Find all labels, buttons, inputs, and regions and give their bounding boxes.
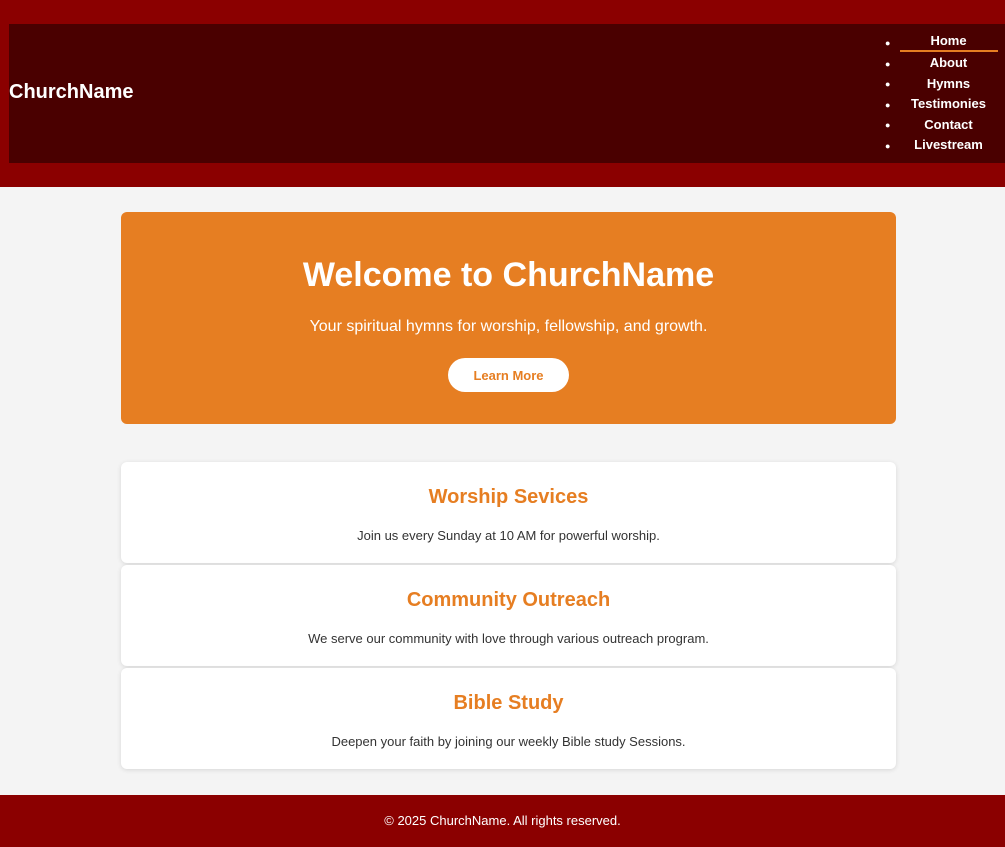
bullet-icon: ●	[885, 58, 891, 69]
nav-link-livestream[interactable]: Livestream	[900, 137, 998, 153]
nav-item-hymns: ● Hymns	[871, 74, 1001, 95]
nav-link-home[interactable]: Home	[899, 33, 998, 53]
card-title: Bible Study	[453, 692, 564, 714]
site-footer: © 2025 ChurchName. All rights reserved.	[0, 795, 1005, 847]
card-text: We serve our community with love through…	[308, 631, 709, 646]
nav-link-testimonies[interactable]: Testimonies	[900, 96, 998, 112]
bullet-icon: ●	[885, 120, 891, 130]
nav-link-about[interactable]: About	[900, 55, 998, 71]
card-worship-services: Worship Sevices Join us every Sunday at …	[121, 462, 896, 563]
main-nav: ● Home ● About ● Hymns ● Testimonies ● C…	[871, 33, 1001, 156]
hero-title: Welcome to ChurchName	[302, 256, 715, 294]
nav-item-home: ● Home	[871, 33, 1001, 54]
card-bible-study: Bible Study Deepen your faith by joining…	[121, 668, 896, 769]
site-logo[interactable]: ChurchName	[9, 81, 133, 104]
header-bar: ChurchName ● Home ● About ● Hymns ● Test…	[9, 24, 1005, 163]
nav-item-testimonies: ● Testimonies	[871, 95, 1001, 116]
card-title: Community Outreach	[406, 589, 611, 611]
bullet-icon: ●	[885, 79, 891, 89]
nav-item-contact: ● Contact	[871, 115, 1001, 136]
bullet-icon: ●	[885, 38, 891, 48]
card-text: Deepen your faith by joining our weekly …	[331, 734, 686, 749]
hero-banner: Welcome to ChurchName Your spiritual hym…	[121, 212, 896, 424]
nav-link-hymns[interactable]: Hymns	[900, 76, 998, 92]
learn-more-button[interactable]: Learn More	[448, 358, 569, 392]
hero-subtitle: Your spiritual hymns for worship, fellow…	[309, 318, 708, 335]
card-community-outreach: Community Outreach We serve our communit…	[121, 565, 896, 666]
copyright-text: © 2025 ChurchName. All rights reserved.	[384, 813, 621, 828]
nav-item-about: ● About	[871, 54, 1001, 75]
nav-item-livestream: ● Livestream	[871, 136, 1001, 157]
site-header: ChurchName ● Home ● About ● Hymns ● Test…	[0, 0, 1005, 187]
card-text: Join us every Sunday at 10 AM for powerf…	[357, 528, 660, 543]
nav-link-contact[interactable]: Contact	[900, 117, 998, 133]
bullet-icon: ●	[885, 140, 891, 151]
card-title: Worship Sevices	[428, 486, 589, 508]
bullet-icon: ●	[885, 99, 891, 110]
